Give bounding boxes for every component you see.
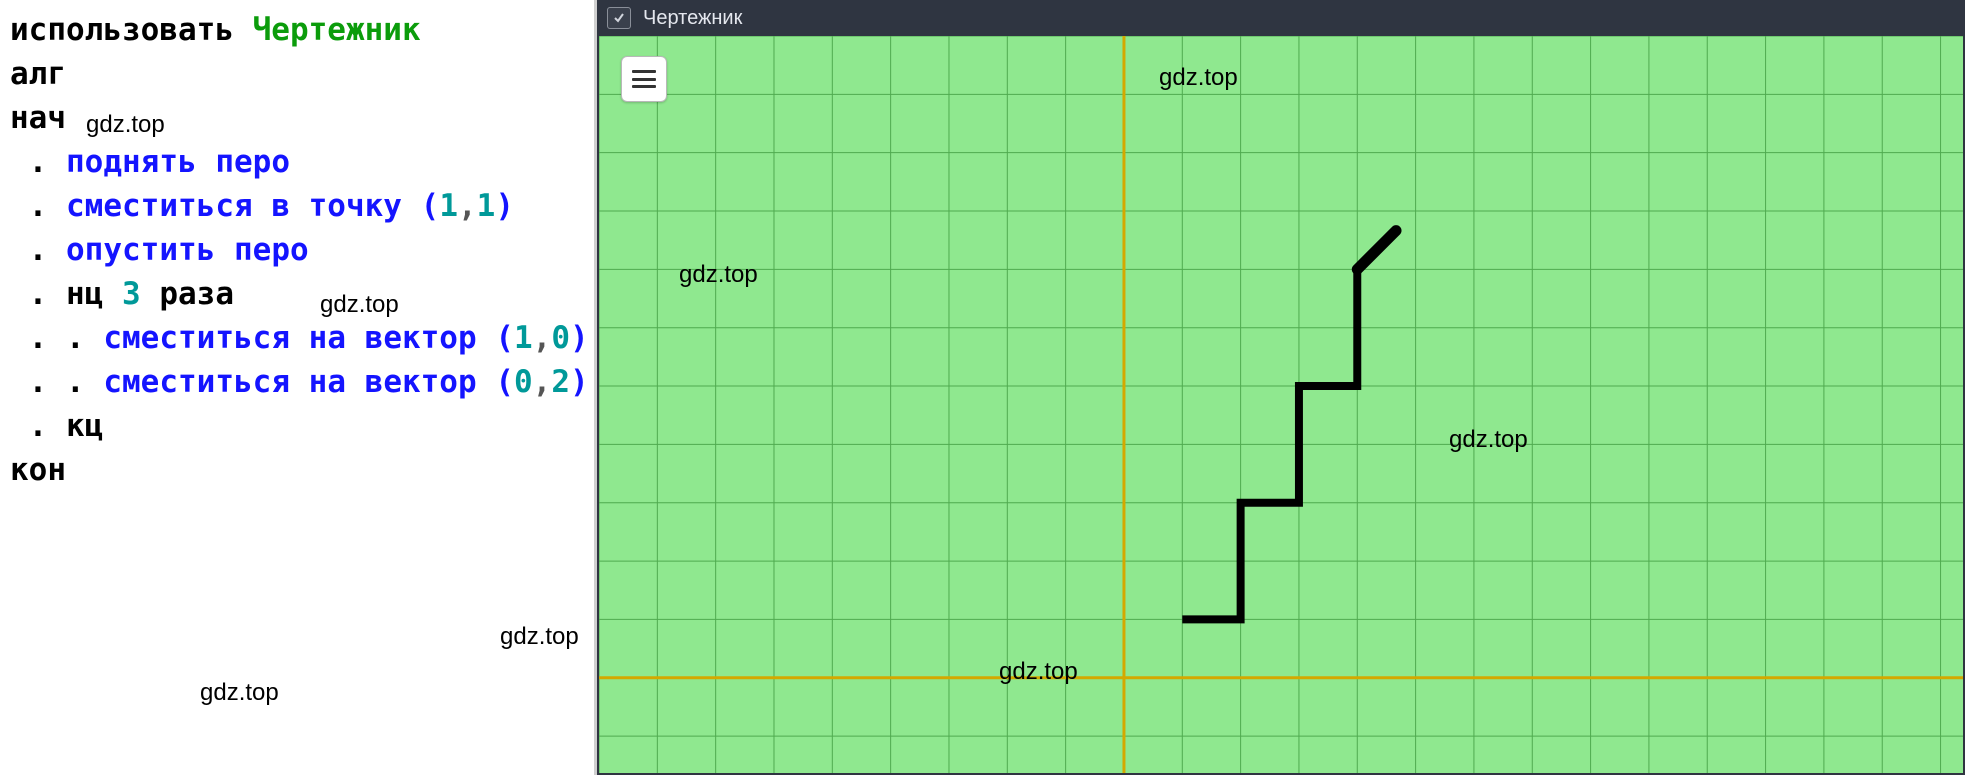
canvas-window: Чертежник gdz.top gdz.top gdz.top gdz.to… xyxy=(597,0,1965,775)
code-line-moveto: . сместиться в точку (1,1) xyxy=(10,184,584,228)
canvas-area[interactable]: gdz.top gdz.top gdz.top gdz.top xyxy=(597,36,1965,775)
code-line-pendown: . опустить перо xyxy=(10,228,584,272)
hamburger-icon xyxy=(632,70,656,88)
code-line-loopstart: . нц 3 раза xyxy=(10,272,584,316)
canvas-title-bar[interactable]: Чертежник xyxy=(597,0,1965,36)
code-line-end: кон xyxy=(10,448,584,492)
pin-icon[interactable] xyxy=(607,7,631,29)
code-line-use: использовать Чертежник xyxy=(10,8,584,52)
code-line-alg: алг xyxy=(10,52,584,96)
code-line-vec1: . . сместиться на вектор (1,0) xyxy=(10,316,584,360)
canvas-title: Чертежник xyxy=(643,7,742,30)
code-line-vec2: . . сместиться на вектор (0,2) xyxy=(10,360,584,404)
drawing-grid xyxy=(599,36,1963,773)
hamburger-menu-button[interactable] xyxy=(621,56,667,102)
code-line-begin: нач xyxy=(10,96,584,140)
code-line-loopend: . кц xyxy=(10,404,584,448)
watermark: gdz.top xyxy=(200,676,279,710)
code-line-penup: . поднять перо xyxy=(10,140,584,184)
code-editor[interactable]: использовать Чертежник алг нач . поднять… xyxy=(0,0,597,775)
watermark: gdz.top xyxy=(500,620,579,654)
